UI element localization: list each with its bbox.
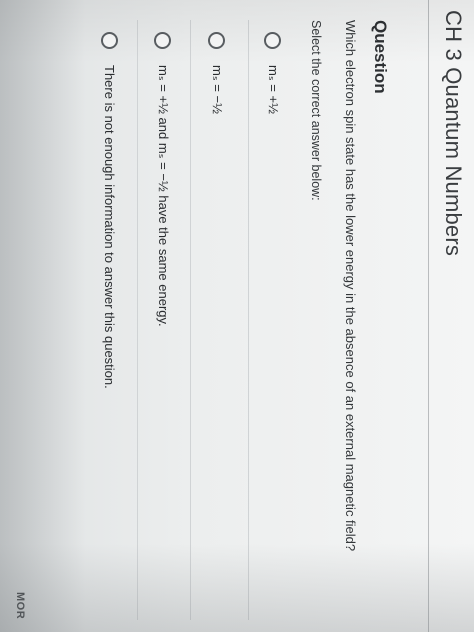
answer-option-2[interactable]: mₛ = −½ <box>205 32 229 114</box>
radio-button-icon[interactable] <box>264 32 282 49</box>
answer-option-4[interactable]: There is not enough information to answe… <box>98 32 122 389</box>
answer-option-label: mₛ = +½ <box>266 65 281 114</box>
answer-option-1[interactable]: mₛ = +½ <box>261 32 285 114</box>
answer-instruction: Select the correct answer below: <box>309 20 323 201</box>
title-divider <box>428 0 429 632</box>
more-button[interactable]: MOR <box>14 592 26 619</box>
option-divider <box>190 20 191 620</box>
answer-option-label: mₛ = +½ and mₛ = −½ have the same energy… <box>156 65 171 327</box>
answer-option-label: There is not enough information to answe… <box>102 65 118 389</box>
question-heading: Question <box>371 20 390 94</box>
radio-button-icon[interactable] <box>154 32 172 49</box>
option-divider <box>248 20 249 620</box>
answer-option-label: mₛ = −½ <box>210 65 225 114</box>
answer-option-3[interactable]: mₛ = +½ and mₛ = −½ have the same energy… <box>151 32 175 327</box>
radio-button-icon[interactable] <box>101 32 119 49</box>
photo-frame: CH 3 Quantum Numbers Question Which elec… <box>0 0 474 632</box>
page-title: CH 3 Quantum Numbers <box>441 10 466 257</box>
option-divider <box>137 20 138 620</box>
question-screen: CH 3 Quantum Numbers Question Which elec… <box>0 0 474 632</box>
radio-button-icon[interactable] <box>208 32 226 49</box>
question-text: Which electron spin state has the lower … <box>343 20 358 552</box>
